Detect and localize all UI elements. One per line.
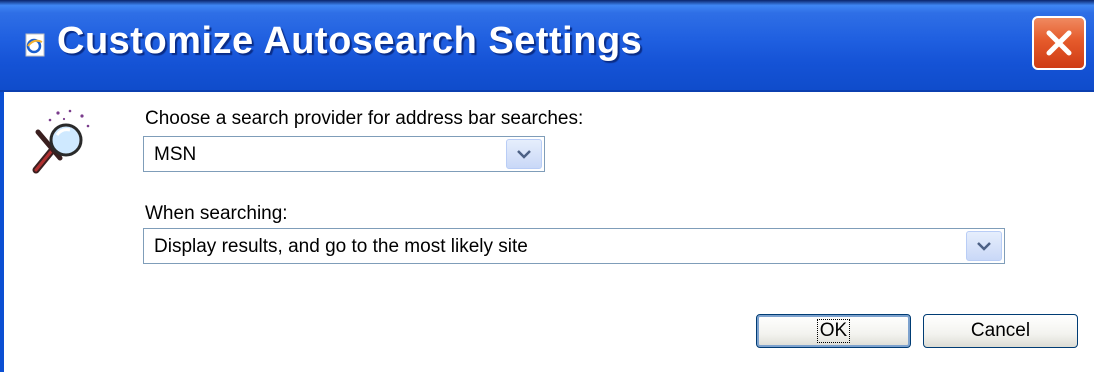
provider-dropdown-button[interactable] xyxy=(506,139,542,169)
magnifier-icon xyxy=(32,109,90,174)
ok-button-label: OK xyxy=(816,319,851,343)
close-button[interactable] xyxy=(1032,16,1086,70)
provider-label: Choose a search provider for address bar… xyxy=(145,108,584,129)
cancel-button-label: Cancel xyxy=(970,320,1031,341)
close-icon xyxy=(1046,30,1072,56)
provider-select[interactable]: MSN xyxy=(143,136,545,172)
when-searching-dropdown-button[interactable] xyxy=(966,231,1002,261)
title-bar[interactable]: Customize Autosearch Settings xyxy=(0,0,1094,92)
cancel-button[interactable]: Cancel xyxy=(923,314,1078,348)
ok-button[interactable]: OK xyxy=(756,314,911,348)
provider-value: MSN xyxy=(154,144,197,165)
when-searching-select[interactable]: Display results, and go to the most like… xyxy=(143,228,1005,264)
when-searching-value: Display results, and go to the most like… xyxy=(154,236,528,257)
chevron-down-icon xyxy=(977,242,991,251)
chevron-down-icon xyxy=(517,150,531,159)
window-title: Customize Autosearch Settings xyxy=(57,20,643,62)
ie-page-icon xyxy=(25,33,45,57)
when-searching-label: When searching: xyxy=(145,203,288,224)
